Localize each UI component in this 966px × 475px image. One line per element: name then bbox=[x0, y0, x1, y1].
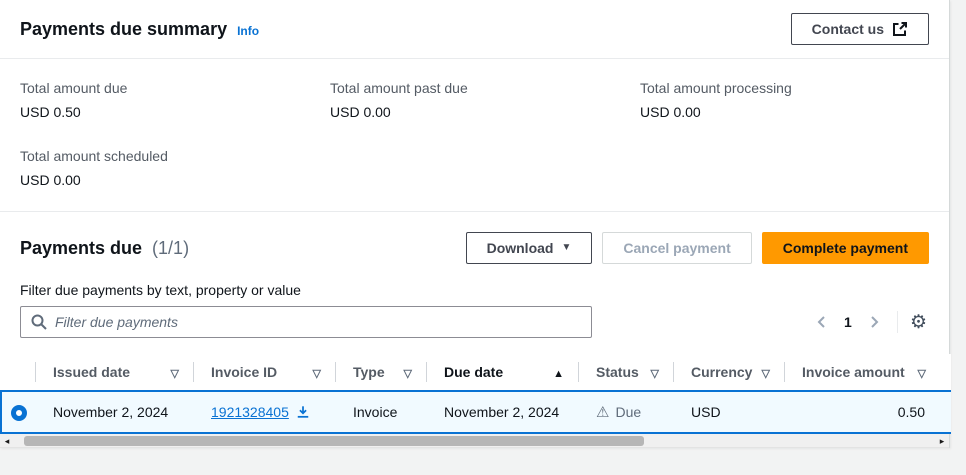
metric-value: USD 0.00 bbox=[640, 103, 929, 121]
metric-value: USD 0.50 bbox=[20, 103, 330, 121]
scroll-left-arrow-icon[interactable]: ◂ bbox=[0, 434, 14, 448]
cancel-payment-label: Cancel payment bbox=[623, 240, 730, 256]
scroll-right-arrow-icon[interactable]: ▸ bbox=[935, 434, 949, 448]
caret-down-icon: ▼ bbox=[561, 243, 571, 253]
filter-label: Filter due payments by text, property or… bbox=[20, 280, 929, 300]
column-header-type[interactable]: Type bbox=[335, 354, 426, 391]
chevron-right-icon bbox=[868, 316, 880, 328]
download-label: Download bbox=[487, 240, 554, 256]
summary-header: Payments due summary Info Contact us bbox=[0, 0, 949, 59]
column-header-invoice-amount[interactable]: Invoice amount bbox=[784, 354, 951, 391]
chevron-left-icon bbox=[816, 316, 828, 328]
page-title: Payments due summary bbox=[20, 19, 227, 40]
sort-icon bbox=[918, 364, 926, 380]
sort-ascending-icon bbox=[553, 364, 564, 380]
metric-total-amount-past-due: Total amount past due USD 0.00 bbox=[330, 79, 640, 121]
section-title: Payments due bbox=[20, 238, 142, 259]
column-header-issued-date[interactable]: Issued date bbox=[35, 354, 193, 391]
sort-icon bbox=[404, 364, 412, 380]
external-link-icon bbox=[892, 21, 908, 37]
download-button[interactable]: Download ▼ bbox=[466, 232, 593, 264]
next-page-button[interactable] bbox=[861, 309, 887, 335]
table-header-row: Issued date Invoice ID Type Due date Sta… bbox=[1, 354, 951, 391]
contact-us-button[interactable]: Contact us bbox=[791, 13, 929, 45]
sort-icon bbox=[762, 364, 770, 380]
metric-label: Total amount processing bbox=[640, 79, 929, 97]
summary-metrics: Total amount due USD 0.50 Total amount p… bbox=[0, 59, 949, 212]
select-column-header bbox=[1, 354, 35, 391]
complete-payment-button[interactable]: Complete payment bbox=[762, 232, 929, 264]
status-badge: Due bbox=[615, 404, 641, 420]
payments-due-section: Payments due (1/1) Download ▼ Cancel pay… bbox=[0, 212, 949, 354]
metric-value: USD 0.00 bbox=[330, 103, 640, 121]
item-counter: (1/1) bbox=[152, 238, 189, 259]
column-header-invoice-id[interactable]: Invoice ID bbox=[193, 354, 335, 391]
cell-invoice-amount: 0.50 bbox=[784, 391, 951, 433]
cell-status: ⚠ Due bbox=[578, 391, 673, 433]
column-header-currency[interactable]: Currency bbox=[673, 354, 784, 391]
metric-label: Total amount past due bbox=[330, 79, 640, 97]
previous-page-button[interactable] bbox=[809, 309, 835, 335]
row-select-radio[interactable] bbox=[11, 405, 27, 421]
metric-label: Total amount due bbox=[20, 79, 330, 97]
sort-icon bbox=[651, 364, 659, 380]
search-icon bbox=[30, 313, 48, 331]
metric-total-amount-processing: Total amount processing USD 0.00 bbox=[640, 79, 929, 121]
cell-currency: USD bbox=[673, 391, 784, 433]
download-icon bbox=[296, 405, 310, 419]
column-header-due-date[interactable]: Due date bbox=[426, 354, 578, 391]
cancel-payment-button[interactable]: Cancel payment bbox=[602, 232, 751, 264]
metric-value: USD 0.00 bbox=[20, 171, 330, 189]
complete-payment-label: Complete payment bbox=[783, 240, 908, 256]
sort-icon bbox=[313, 364, 321, 380]
column-header-status[interactable]: Status bbox=[578, 354, 673, 391]
sort-icon bbox=[171, 364, 179, 380]
page-number[interactable]: 1 bbox=[835, 309, 861, 335]
filter-input[interactable] bbox=[20, 306, 592, 338]
pagination-divider bbox=[897, 311, 898, 333]
cell-due-date: November 2, 2024 bbox=[426, 391, 578, 433]
cell-invoice-id: 1921328405 bbox=[193, 391, 335, 433]
table-row[interactable]: November 2, 2024 1921328405 Invoice Nove… bbox=[1, 391, 951, 433]
payments-due-summary-card: Payments due summary Info Contact us Tot… bbox=[0, 0, 950, 448]
scrollbar-thumb[interactable] bbox=[24, 436, 644, 446]
metric-total-amount-scheduled: Total amount scheduled USD 0.00 bbox=[20, 147, 330, 189]
settings-gear-icon[interactable]: ⚙ bbox=[908, 313, 929, 332]
warning-icon: ⚠ bbox=[596, 405, 609, 420]
info-link[interactable]: Info bbox=[237, 24, 259, 38]
horizontal-scrollbar[interactable]: ◂ ▸ bbox=[0, 434, 949, 448]
cell-type: Invoice bbox=[335, 391, 426, 433]
contact-us-label: Contact us bbox=[812, 21, 884, 37]
cell-issued-date: November 2, 2024 bbox=[35, 391, 193, 433]
pagination: 1 ⚙ bbox=[809, 309, 929, 335]
invoice-id-link[interactable]: 1921328405 bbox=[211, 404, 310, 420]
payments-table: Issued date Invoice ID Type Due date Sta… bbox=[0, 354, 951, 434]
metric-label: Total amount scheduled bbox=[20, 147, 330, 165]
metric-total-amount-due: Total amount due USD 0.50 bbox=[20, 79, 330, 121]
